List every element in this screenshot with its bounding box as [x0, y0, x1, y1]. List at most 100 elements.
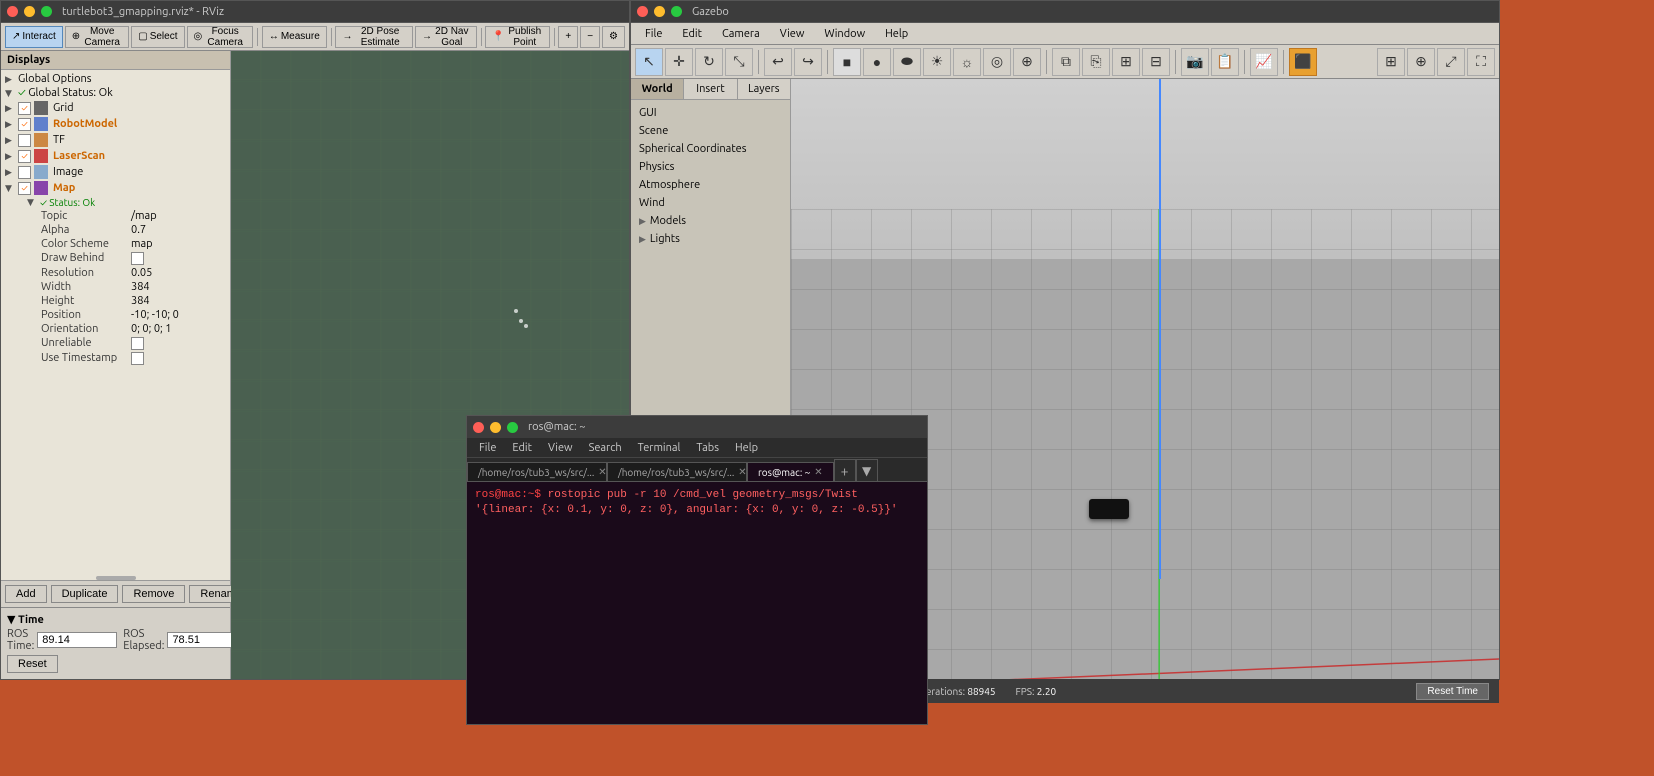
terminal-edit-menu[interactable]: Edit: [504, 440, 540, 456]
gz-dir-light-btn[interactable]: ⊕: [1013, 48, 1041, 76]
gz-redo-btn[interactable]: ↪: [794, 48, 822, 76]
display-item-global-options[interactable]: ▶ Global Options: [1, 72, 230, 86]
gz-sphere-btn[interactable]: ●: [863, 48, 891, 76]
insert-tab[interactable]: Insert: [684, 79, 737, 99]
use-timestamp-checkbox[interactable]: [131, 352, 144, 365]
gz-snap-btn[interactable]: ⊟: [1142, 48, 1170, 76]
world-item-wind[interactable]: Wind: [631, 194, 790, 212]
toolbar-plus-button[interactable]: +: [558, 26, 578, 48]
remove-button[interactable]: Remove: [122, 585, 185, 603]
gz-sun-btn[interactable]: ☼: [953, 48, 981, 76]
terminal-min-btn[interactable]: [490, 422, 501, 433]
world-item-scene[interactable]: Scene: [631, 122, 790, 140]
image-checkbox[interactable]: [18, 166, 31, 179]
gz-special-btn[interactable]: ⬛: [1289, 48, 1317, 76]
terminal-search-menu[interactable]: Search: [581, 440, 630, 456]
terminal-max-btn[interactable]: [507, 422, 518, 433]
display-item-grid[interactable]: ▶ ✓ Grid: [1, 100, 230, 116]
gz-paste-btn[interactable]: ⎘: [1082, 48, 1110, 76]
world-item-gui[interactable]: GUI: [631, 104, 790, 122]
display-item-map[interactable]: ▼ ✓ Map: [1, 180, 230, 196]
world-item-physics[interactable]: Physics: [631, 158, 790, 176]
gazebo-max-btn[interactable]: [671, 6, 682, 17]
reset-button[interactable]: Reset: [7, 655, 58, 673]
gz-scale-tool[interactable]: ⤡: [725, 48, 753, 76]
world-item-models[interactable]: ▶ Models: [631, 212, 790, 230]
interact-button[interactable]: ↗ Interact: [5, 26, 63, 48]
terminal-add-tab-button[interactable]: +: [834, 459, 856, 481]
display-item-tf[interactable]: ▶ TF: [1, 132, 230, 148]
rviz-min-btn[interactable]: [24, 6, 35, 17]
duplicate-button[interactable]: Duplicate: [51, 585, 119, 603]
gazebo-min-btn[interactable]: [654, 6, 665, 17]
terminal-view-menu[interactable]: View: [540, 440, 581, 456]
display-item-image[interactable]: ▶ Image: [1, 164, 230, 180]
tab-3-close-icon[interactable]: ✕: [814, 466, 822, 478]
scroll-bar[interactable]: [96, 576, 136, 580]
gz-translate-tool[interactable]: ✛: [665, 48, 693, 76]
focus-camera-button[interactable]: ◎ Focus Camera: [187, 26, 254, 48]
world-item-spherical-coords[interactable]: Spherical Coordinates: [631, 140, 790, 158]
edit-menu[interactable]: Edit: [672, 26, 712, 42]
laserscan-checkbox[interactable]: ✓: [18, 150, 31, 163]
help-menu[interactable]: Help: [875, 26, 918, 42]
terminal-terminal-menu[interactable]: Terminal: [630, 440, 689, 456]
gz-select-tool[interactable]: ↖: [635, 48, 663, 76]
display-item-laserscan[interactable]: ▶ ✓ LaserScan: [1, 148, 230, 164]
add-button[interactable]: Add: [5, 585, 47, 603]
grid-checkbox[interactable]: ✓: [18, 102, 31, 115]
robotmodel-checkbox[interactable]: ✓: [18, 118, 31, 131]
camera-menu[interactable]: Camera: [712, 26, 770, 42]
select-button[interactable]: ▢ Select: [131, 26, 184, 48]
toolbar-minus-button[interactable]: −: [580, 26, 600, 48]
gz-fullscreen-btn[interactable]: ⛶: [1467, 48, 1495, 76]
rviz-close-btn[interactable]: [7, 6, 18, 17]
terminal-tab-1[interactable]: /home/ros/tub3_ws/src/... ✕: [467, 462, 607, 481]
gz-cylinder-btn[interactable]: ⬬: [893, 48, 921, 76]
move-camera-button[interactable]: ⊕ Move Camera: [65, 26, 130, 48]
tab-1-close-icon[interactable]: ✕: [598, 466, 606, 478]
display-item-global-status[interactable]: ▼ ✓ Global Status: Ok: [1, 86, 230, 100]
map-checkbox[interactable]: ✓: [18, 182, 31, 195]
gz-expand-btn[interactable]: ⤢: [1437, 48, 1465, 76]
terminal-tab-2[interactable]: /home/ros/tub3_ws/src/... ✕: [607, 462, 747, 481]
gz-grid-btn[interactable]: ⊞: [1377, 48, 1405, 76]
draw-behind-checkbox[interactable]: [131, 252, 144, 265]
view-menu[interactable]: View: [770, 26, 815, 42]
gz-rotate-tool[interactable]: ↻: [695, 48, 723, 76]
gz-log-btn[interactable]: 📋: [1211, 48, 1239, 76]
gz-point-light-btn[interactable]: ☀: [923, 48, 951, 76]
nav-goal-button[interactable]: → 2D Nav Goal: [415, 26, 477, 48]
measure-button[interactable]: ↔ Measure: [262, 26, 327, 48]
gazebo-close-btn[interactable]: [637, 6, 648, 17]
publish-point-button[interactable]: 📍 Publish Point: [485, 26, 549, 48]
world-item-atmosphere[interactable]: Atmosphere: [631, 176, 790, 194]
file-menu[interactable]: File: [635, 26, 672, 42]
terminal-file-menu[interactable]: File: [471, 440, 504, 456]
world-tab[interactable]: World: [631, 79, 684, 99]
terminal-tabs-menu[interactable]: Tabs: [688, 440, 727, 456]
terminal-tab-3[interactable]: ros@mac: ~ ✕: [747, 462, 834, 481]
gz-screenshot-btn[interactable]: 📷: [1181, 48, 1209, 76]
window-menu[interactable]: Window: [814, 26, 875, 42]
tab-2-close-icon[interactable]: ✕: [738, 466, 746, 478]
layers-tab[interactable]: Layers: [738, 79, 790, 99]
tf-checkbox[interactable]: [18, 134, 31, 147]
world-item-lights[interactable]: ▶ Lights: [631, 230, 790, 248]
gz-spot-btn[interactable]: ◎: [983, 48, 1011, 76]
gz-plot-btn[interactable]: 📈: [1250, 48, 1278, 76]
rviz-max-btn[interactable]: [41, 6, 52, 17]
terminal-help-menu[interactable]: Help: [727, 440, 766, 456]
gz-copy-btn[interactable]: ⧉: [1052, 48, 1080, 76]
terminal-body[interactable]: ros@mac:~$ rostopic pub -r 10 /cmd_vel g…: [467, 482, 927, 724]
reset-time-button[interactable]: Reset Time: [1416, 683, 1489, 700]
pose-estimate-button[interactable]: → 2D Pose Estimate: [335, 26, 413, 48]
gz-undo-btn[interactable]: ↩: [764, 48, 792, 76]
toolbar-gear-button[interactable]: ⚙: [602, 26, 625, 48]
ros-time-input[interactable]: [37, 632, 117, 648]
terminal-more-options-button[interactable]: ▼: [856, 459, 878, 481]
display-item-robotmodel[interactable]: ▶ ✓ RobotModel: [1, 116, 230, 132]
gz-layers-btn[interactable]: ⊕: [1407, 48, 1435, 76]
gz-box-btn[interactable]: ■: [833, 48, 861, 76]
unreliable-checkbox[interactable]: [131, 337, 144, 350]
